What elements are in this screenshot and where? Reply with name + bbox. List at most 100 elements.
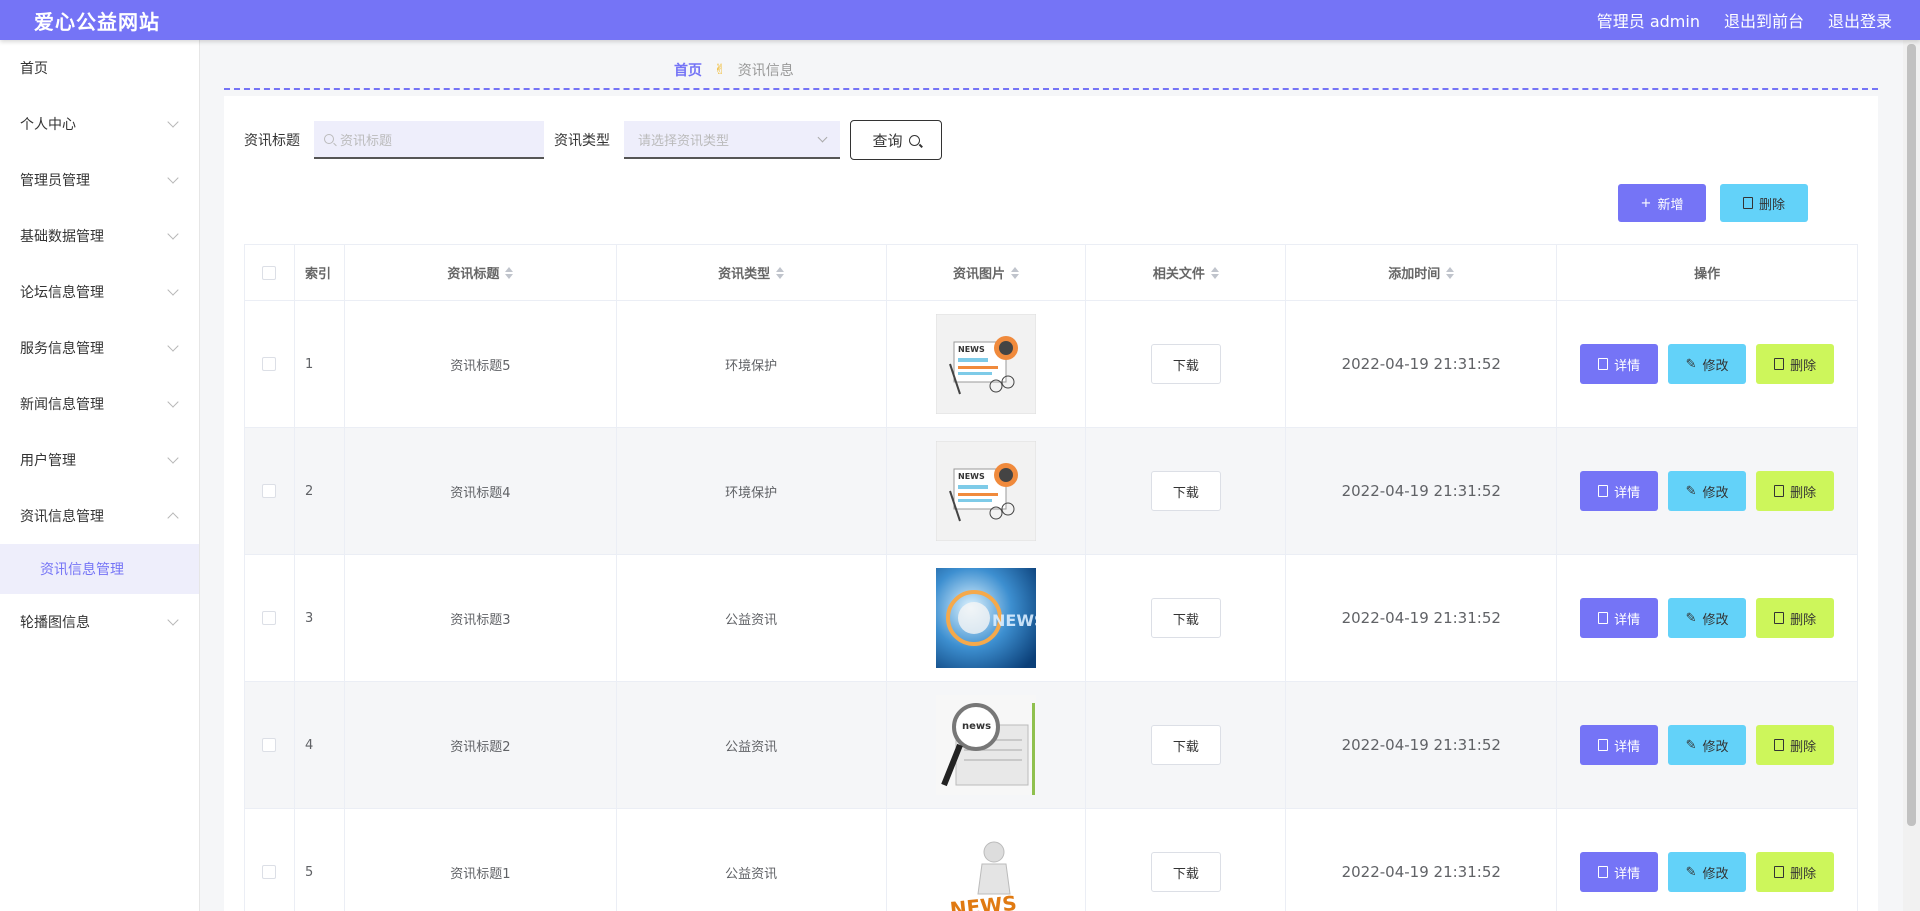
sidebar-item-home[interactable]: 首页 [0,40,199,96]
type-cell: 环境保护 [616,301,887,428]
chevron-down-icon [167,228,179,240]
news-thumbnail-image[interactable]: NEWS [936,314,1037,414]
detail-button[interactable]: 详情 [1580,344,1659,384]
news-thumbnail-image[interactable]: NEWS [936,568,1037,668]
sidebar-item-carousel[interactable]: 轮播图信息 [0,594,199,650]
edit-button[interactable]: ✎ 修改 [1668,471,1747,511]
download-button[interactable]: 下载 [1150,725,1221,765]
column-header-image[interactable]: 资讯图片 [886,245,1087,301]
time-cell: 2022-04-19 21:31:52 [1286,301,1558,428]
chevron-up-icon [167,512,179,524]
image-cell: NEWS [887,809,1087,911]
svg-text:NEWS: NEWS [958,472,985,481]
row-checkbox[interactable] [262,357,277,371]
select-all-checkbox[interactable] [262,265,277,280]
delete-button-label: 删除 [1790,739,1817,755]
sidebar-item-news[interactable]: 新闻信息管理 [0,376,199,432]
type-cell: 公益资讯 [616,555,887,682]
table-row[interactable]: 5 资讯标题1 公益资讯 NEWS 下载 2022-04-19 21:31:52… [245,809,1858,911]
edit-button[interactable]: ✎ 修改 [1668,598,1747,638]
delete-button[interactable]: 删除 [1756,852,1835,892]
image-cell: news [886,682,1087,809]
add-button[interactable]: + 新增 [1618,184,1706,222]
row-checkbox[interactable] [262,484,277,498]
sidebar-item-personal-center[interactable]: 个人中心 [0,96,199,152]
delete-button[interactable]: 删除 [1756,344,1835,384]
column-header-label: 资讯类型 [718,267,771,282]
news-thumbnail-image[interactable]: news [936,695,1037,795]
sort-icon [505,266,514,279]
title-cell: 资讯标题3 [344,555,617,682]
table-row[interactable]: 3 资讯标题3 公益资讯 NEWS 下载 2022-04-19 21:31:52… [245,555,1858,682]
actions-cell: 详情 ✎ 修改 删除 [1557,682,1858,809]
column-header-label: 添加时间 [1388,267,1441,282]
detail-button[interactable]: 详情 [1580,598,1659,638]
info-table: 索引 资讯标题 资讯类型 资讯图片 相关文件 添加时间 操作 1 资讯标题5 环… [244,244,1858,911]
breadcrumb-current: 资讯信息 [737,63,794,79]
edit-button[interactable]: ✎ 修改 [1668,725,1747,765]
search-form: 资讯标题 资讯标题 资讯类型 请选择资讯类型 查询 [244,120,942,160]
delete-button[interactable]: 删除 [1756,725,1835,765]
detail-button[interactable]: 详情 [1580,852,1659,892]
query-button[interactable]: 查询 [850,120,942,160]
download-button[interactable]: 下载 [1150,852,1221,892]
table-row[interactable]: 4 资讯标题2 公益资讯 news 下载 2022-04-19 21:31:52… [245,682,1858,809]
type-select[interactable]: 请选择资讯类型 [624,121,840,159]
breadcrumb-home[interactable]: 首页 [674,60,702,80]
download-button[interactable]: 下载 [1150,344,1221,384]
column-header-title[interactable]: 资讯标题 [344,245,617,301]
document-icon [1598,358,1609,370]
vertical-scrollbar[interactable] [1903,40,1920,911]
trash-icon [1774,866,1785,878]
sidebar-item-basic-data[interactable]: 基础数据管理 [0,208,199,264]
edit-button[interactable]: ✎ 修改 [1668,852,1747,892]
content-card: 资讯标题 资讯标题 资讯类型 请选择资讯类型 查询 + 新增 删除 索引 资讯标… [224,96,1878,911]
row-checkbox[interactable] [262,611,277,625]
title-cell: 资讯标题1 [345,809,617,911]
news-thumbnail-image[interactable]: NEWS [936,822,1037,911]
sidebar-item-label: 服务信息管理 [20,341,104,357]
delete-button[interactable]: 删除 [1756,471,1835,511]
chevron-down-icon [167,614,179,626]
row-checkbox[interactable] [262,738,277,752]
document-icon [1598,866,1609,878]
sidebar-item-admin-management[interactable]: 管理员管理 [0,152,199,208]
sidebar-item-info-management[interactable]: 资讯信息管理 [0,488,199,544]
column-header-time[interactable]: 添加时间 [1286,245,1558,301]
brand-title: 爱心公益网站 [34,9,160,34]
column-header-actions: 操作 [1557,245,1858,301]
logout-link[interactable]: 退出登录 [1828,8,1892,32]
download-button[interactable]: 下载 [1150,598,1221,638]
detail-button[interactable]: 详情 [1580,471,1659,511]
chevron-down-icon [167,396,179,408]
download-button[interactable]: 下载 [1150,471,1221,511]
sidebar-subitem-info-management[interactable]: 资讯信息管理 [0,544,199,594]
detail-button-label: 详情 [1614,485,1641,501]
batch-delete-button[interactable]: 删除 [1720,184,1808,222]
actions-cell: 详情 ✎ 修改 删除 [1557,301,1858,428]
news-thumbnail-image[interactable]: NEWS [936,441,1037,541]
exit-to-front-link[interactable]: 退出到前台 [1724,8,1804,32]
column-header-file[interactable]: 相关文件 [1086,245,1287,301]
admin-label: 管理员 admin [1596,12,1700,31]
index-cell: 1 [294,301,345,428]
delete-button[interactable]: 删除 [1756,598,1835,638]
column-header-type[interactable]: 资讯类型 [616,245,887,301]
sidebar-item-forum[interactable]: 论坛信息管理 [0,264,199,320]
file-cell: 下载 [1086,809,1287,911]
sidebar-item-users[interactable]: 用户管理 [0,432,199,488]
table-row[interactable]: 2 资讯标题4 环境保护 NEWS 下载 2022-04-19 21:31:52… [245,428,1858,555]
chevron-down-icon [167,452,179,464]
scrollbar-thumb[interactable] [1907,44,1916,826]
delete-button-label: 删除 [1790,485,1817,501]
row-checkbox[interactable] [262,865,277,879]
detail-button[interactable]: 详情 [1580,725,1659,765]
sidebar-item-service[interactable]: 服务信息管理 [0,320,199,376]
edit-button[interactable]: ✎ 修改 [1668,344,1747,384]
trash-icon [1774,358,1785,370]
pencil-icon: ✎ [1685,864,1697,880]
search-icon [908,134,920,146]
table-row[interactable]: 1 资讯标题5 环境保护 NEWS 下载 2022-04-19 21:31:52… [245,301,1858,428]
title-search-input[interactable]: 资讯标题 [314,121,544,159]
index-cell: 2 [294,428,345,555]
